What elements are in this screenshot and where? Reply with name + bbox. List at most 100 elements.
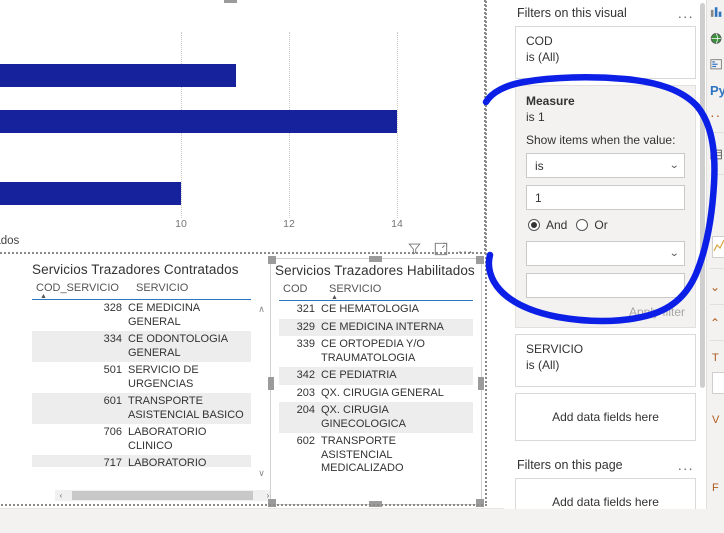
chevron-down-icon[interactable]: ⌄ (669, 248, 679, 259)
radio-and-icon[interactable] (528, 219, 540, 231)
column-header-label: COD_SERVICIO (36, 282, 119, 294)
stacked-bar-chart-icon[interactable] (710, 6, 724, 20)
column-header-label: COD (283, 283, 308, 295)
apply-filter-button[interactable]: Apply filter (526, 298, 685, 319)
viz-field-label-v: V (712, 414, 720, 426)
filter-second-condition-select[interactable]: ⌄ (526, 241, 685, 266)
axis-tick-1: 12 (283, 218, 295, 230)
radio-or-icon[interactable] (576, 219, 589, 231)
filter-card-field-name: COD (526, 34, 553, 48)
visual-more-options-icon[interactable]: ... (458, 241, 474, 256)
filters-pane[interactable]: Filters on this visual ... COD is (All) … (505, 0, 706, 509)
bar-series-3[interactable] (0, 182, 181, 205)
table-row[interactable]: 334 CE ODONTOLOGIA GENERAL (32, 331, 251, 362)
add-data-fields-visual-dropzone[interactable]: Add data fields here (515, 393, 696, 441)
table-row[interactable]: 601 TRANSPORTE ASISTENCIAL BASICO (32, 393, 251, 424)
table-row[interactable]: 501 SERVICIO DE URGENCIAS (32, 362, 251, 393)
chart-axis-title: res_Habilitados (0, 235, 20, 247)
table-row[interactable]: 328 CE MEDICINA GENERAL (32, 300, 251, 331)
table-visual-habilitados[interactable]: Servicios Trazadores Habilitados COD SER… (268, 256, 484, 507)
column-header-servicio: SERVICIO ▲ (325, 281, 481, 301)
table-row[interactable]: 602 TRANSPORTE ASISTENCIAL MEDICALIZADO (279, 433, 473, 478)
table-row[interactable]: 204 QX. CIRUGIA GINECOLOGICA (279, 402, 473, 433)
filters-visual-more-icon[interactable]: ... (678, 6, 694, 20)
cell-code: 204 (296, 404, 315, 416)
table-horizontal-scrollbar[interactable]: ‹ › (55, 490, 274, 501)
table-row[interactable]: 329 CE MEDICINA INTERNA (279, 318, 473, 336)
column-header-cod: COD (279, 281, 325, 299)
table-visual-contratados[interactable]: Servicios Trazadores Contratados COD_SER… (24, 258, 274, 503)
bar-chart-visual[interactable]: 10 12 14 res_Habilitados (0, 0, 485, 260)
table-header-contratados[interactable]: COD_SERVICIO ▲ SERVICIO (32, 280, 267, 300)
radio-option-or[interactable]: Or (576, 218, 608, 232)
filters-on-page-title: Filters on this page (517, 458, 623, 472)
table-rows-contratados[interactable]: 328 CE MEDICINA GENERAL 334 CE ODONTOLOG… (32, 300, 251, 467)
cell-code: 602 (296, 435, 315, 447)
viz-pane-divider-4 (710, 304, 724, 305)
chart-plot-area (0, 0, 425, 218)
axis-tick-0: 10 (175, 218, 187, 230)
resize-handle-bottom-left[interactable] (268, 499, 276, 507)
resize-handle-top-center[interactable] (369, 256, 382, 262)
chevron-up-icon[interactable]: ⌃ (710, 316, 724, 330)
filter-card-measure[interactable]: Measure is 1 Show items when the value: … (515, 85, 696, 328)
table-header-habilitados[interactable]: COD SERVICIO ▲ (279, 281, 481, 301)
table-row[interactable]: 706 LABORATORIO CLINICO (32, 424, 251, 455)
filter-second-input[interactable] (526, 273, 685, 298)
python-visual-icon[interactable]: Py (710, 84, 724, 98)
add-data-fields-page-dropzone[interactable]: Add data fields here (515, 478, 696, 509)
resize-handle-top-right[interactable] (476, 256, 484, 264)
filter-card-cod[interactable]: COD is (All) (515, 26, 696, 79)
table-title-habilitados: Servicios Trazadores Habilitados (275, 263, 475, 278)
filter-icon[interactable] (406, 240, 423, 257)
filter-card-servicio[interactable]: SERVICIO is (All) (515, 334, 696, 387)
chevron-down-icon[interactable]: ⌄ (710, 280, 724, 294)
radio-option-and[interactable]: And (528, 218, 567, 232)
table-icon[interactable] (710, 148, 724, 162)
more-visuals-icon[interactable]: ·· (710, 110, 724, 124)
resize-handle-middle-right[interactable] (478, 377, 484, 390)
bar-series-2[interactable] (0, 110, 397, 133)
cell-name: CE MEDICINA GENERAL (128, 302, 200, 328)
viz-chart-thumbnail[interactable] (712, 236, 724, 258)
table-rows-habilitados[interactable]: 321 CE HEMATOLOGIA 329 CE MEDICINA INTER… (279, 301, 473, 478)
filters-pane-scrollbar[interactable] (700, 3, 705, 388)
cell-code: 203 (296, 386, 315, 399)
table-vertical-scrollbar[interactable]: ∧ ∨ (257, 304, 266, 479)
scroll-up-icon[interactable]: ∧ (257, 304, 266, 315)
resize-handle-top[interactable] (224, 0, 237, 3)
filter-card-field-name: SERVICIO (526, 342, 584, 356)
report-canvas[interactable]: 10 12 14 res_Habilitados (0, 0, 487, 508)
filters-page-more-icon[interactable]: ... (678, 458, 694, 472)
apply-filter-label: Apply filter (628, 305, 685, 319)
visual-header-icons[interactable]: ... (406, 240, 474, 257)
table-row[interactable]: 339 CE ORTOPEDIA Y/O TRAUMATOLOGIA (279, 336, 473, 367)
resize-handle-bottom-right[interactable] (476, 499, 484, 507)
focus-mode-icon[interactable] (432, 240, 449, 257)
viz-pane-divider-5 (710, 340, 724, 341)
scroll-thumb[interactable] (72, 491, 253, 500)
scroll-down-icon[interactable]: ∨ (257, 468, 266, 479)
cell-code: 339 (296, 338, 315, 350)
key-influencers-icon[interactable] (710, 58, 724, 72)
table-row[interactable]: 717 LABORATORIO CITOLOGIAS CERVICO-UTERI… (32, 455, 251, 467)
resize-handle-middle-left[interactable] (268, 377, 274, 390)
resize-handle-bottom-center[interactable] (369, 501, 382, 507)
filter-condition-input[interactable]: 1 (526, 185, 685, 210)
filter-logic-radio-group[interactable]: And Or (528, 218, 685, 232)
arcgis-map-icon[interactable] (710, 32, 724, 46)
filter-condition-select[interactable]: is ⌄ (526, 153, 685, 178)
scroll-left-icon[interactable]: ‹ (55, 491, 67, 500)
filters-on-visual-title: Filters on this visual (517, 6, 627, 20)
visualizations-pane[interactable]: Py ·· ⌄ ⌃ T V F (710, 0, 724, 509)
resize-handle-top-left[interactable] (268, 256, 276, 264)
viz-field-wellbox[interactable] (712, 372, 724, 394)
chevron-down-icon[interactable]: ⌄ (669, 160, 679, 171)
table-row[interactable]: 321 CE HEMATOLOGIA (279, 301, 473, 319)
viz-pane-divider-3 (710, 268, 724, 269)
bar-series-1[interactable] (0, 64, 236, 87)
table-row[interactable]: 342 CE PEDIATRIA (279, 367, 473, 385)
cell-name: QX. CIRUGIA GINECOLOGICA (321, 404, 406, 430)
table-row[interactable]: 203 QX. CIRUGIA GENERAL (279, 385, 473, 403)
cell-code: 717 (103, 457, 122, 467)
